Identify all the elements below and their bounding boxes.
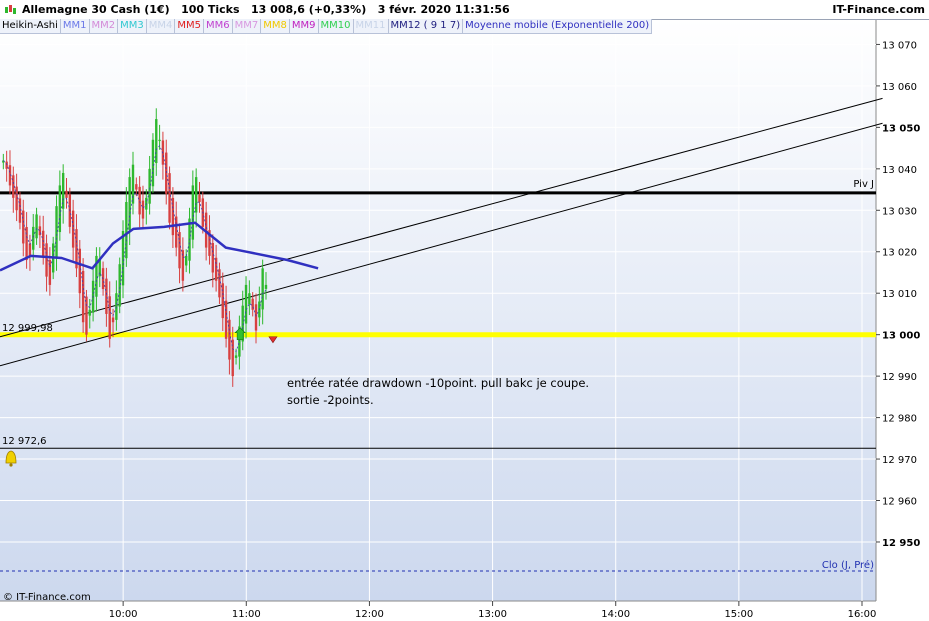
plot-area <box>0 19 876 601</box>
x-tick-label: 10:00 <box>109 609 138 620</box>
price-chart[interactable]: 13 070 13 060 13 050 13 040 13 030 13 020 13 0… <box>0 0 929 621</box>
candle-body <box>111 317 115 323</box>
legend-item[interactable]: MM6 <box>204 19 233 34</box>
candle-body <box>218 269 221 298</box>
y-tick-label: 12 960 <box>882 497 917 508</box>
window-title: Allemagne 30 Cash (1€) 100 Ticks 13 008,… <box>22 3 510 16</box>
legend-item[interactable]: MM2 <box>89 19 119 34</box>
candle-body <box>165 152 168 194</box>
candle-body <box>25 227 28 261</box>
legend-item[interactable]: MM4 <box>146 19 176 34</box>
candle-body <box>151 139 155 187</box>
candle-body <box>88 309 91 316</box>
legend-item[interactable]: Heikin-Ashi <box>0 19 61 34</box>
candle-body <box>22 210 25 244</box>
candle-body <box>191 185 195 240</box>
candlestick-icon <box>5 5 16 14</box>
y-tick-label: 12 980 <box>882 414 917 425</box>
candle-body <box>141 200 145 219</box>
y-tick-label: 13 070 <box>882 40 917 51</box>
candle-body <box>148 168 151 204</box>
candle-body <box>85 296 88 335</box>
candle-body <box>168 173 171 223</box>
candle-body <box>135 184 138 190</box>
candle-body <box>45 243 48 277</box>
x-axis-panel <box>0 601 929 621</box>
y-tick-label: 13 050 <box>882 123 920 134</box>
candle-body <box>118 264 121 307</box>
x-tick-label: 13:00 <box>478 609 507 620</box>
y-tick-label: 12 970 <box>882 455 917 466</box>
y-tick-label: 13 020 <box>882 248 917 259</box>
legend-item[interactable]: Moyenne mobile (Exponentielle 200) <box>463 19 653 34</box>
candle-body <box>28 243 32 256</box>
copyright: © IT-Finance.com <box>3 592 91 603</box>
annotation-line-1: entrée ratée drawdown -10point. pull bak… <box>287 376 589 390</box>
candle-body <box>234 355 238 358</box>
alert-label: 12 972,6 <box>2 436 47 447</box>
legend-item[interactable]: MM10 <box>318 19 354 34</box>
candle-body <box>138 186 141 215</box>
legend-item[interactable]: MM12 ( 9 1 7) <box>388 19 464 34</box>
candle-body <box>115 293 118 320</box>
legend-item[interactable]: MM9 <box>289 19 319 34</box>
candle-body <box>108 296 111 339</box>
candle-body <box>105 278 108 314</box>
legend-item[interactable]: MM7 <box>232 19 262 34</box>
candle-body <box>254 304 258 331</box>
y-tick-label: 13 030 <box>882 206 917 217</box>
x-tick-label: 16:00 <box>848 609 877 620</box>
y-tick-label: 12 990 <box>882 372 917 383</box>
legend-item[interactable]: MM11 <box>353 19 389 34</box>
legend-item[interactable]: MM8 <box>261 19 290 34</box>
candle-body <box>184 255 188 266</box>
y-tick-label: 13 000 <box>882 331 920 342</box>
candle-body <box>121 231 125 286</box>
candle-body <box>32 226 35 250</box>
candle-body <box>65 190 68 198</box>
candle-body <box>58 185 62 233</box>
candle-body <box>221 283 224 319</box>
legend-item[interactable]: MM5 <box>175 19 205 34</box>
candle-body <box>198 194 201 202</box>
y-tick-label: 13 010 <box>882 289 917 300</box>
candle-body <box>244 284 248 324</box>
candle-body <box>78 248 81 294</box>
annotation-line-2: sortie -2points. <box>287 393 374 407</box>
candle-body <box>125 201 128 259</box>
candle-body <box>81 270 85 323</box>
x-tick-label: 12:00 <box>355 609 384 620</box>
candle-body <box>158 139 161 142</box>
candle-body <box>128 177 131 231</box>
candle-body <box>264 284 268 289</box>
legend-item[interactable]: MM3 <box>118 19 147 34</box>
indicator-legend: Heikin-Ashi MM1 MM2 MM3 MM4 MM5 MM6 MM7 MM8 MM9 MM… <box>0 19 876 34</box>
candle-body <box>55 206 58 258</box>
candle-body <box>5 161 8 169</box>
legend-item[interactable]: MM1 <box>60 19 90 34</box>
pivot-label: Piv J <box>853 179 874 190</box>
prev-close-label: Clo (J, Pré) <box>822 559 874 571</box>
candle-body <box>35 214 38 239</box>
candle-body <box>261 268 264 310</box>
y-tick-label: 13 040 <box>882 165 917 176</box>
support-label: 12 999,98 <box>2 323 53 334</box>
title-bar: Allemagne 30 Cash (1€) 100 Ticks 13 008,… <box>0 0 929 20</box>
candle-body <box>214 257 218 281</box>
candle-body <box>42 230 45 256</box>
y-axis-panel <box>876 19 929 601</box>
candle-body <box>175 216 178 248</box>
y-tick-label: 12 950 <box>882 538 920 549</box>
x-tick-label: 15:00 <box>724 609 753 620</box>
brand-name: IT-Finance.com <box>832 3 925 16</box>
x-tick-label: 11:00 <box>232 609 261 620</box>
x-tick-label: 14:00 <box>601 609 630 620</box>
candle-body <box>178 232 181 269</box>
y-tick-label: 13 060 <box>882 82 917 93</box>
candle-body <box>248 293 251 305</box>
